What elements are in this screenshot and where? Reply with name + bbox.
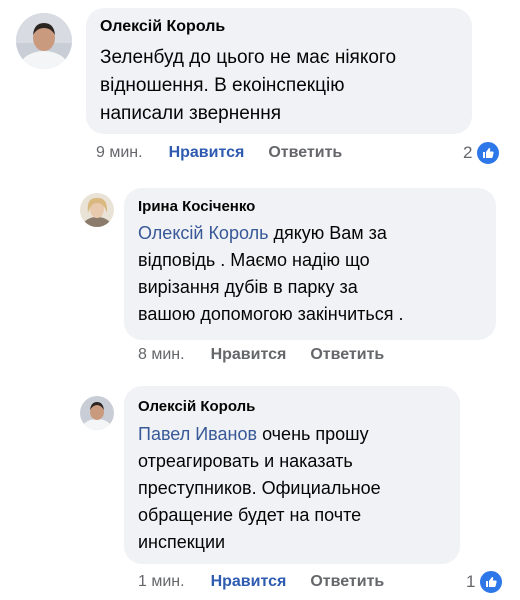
reply-button[interactable]: Ответить bbox=[268, 144, 342, 162]
comment-time[interactable]: 1 мин. bbox=[138, 573, 185, 591]
comment-text-line: написали звернення bbox=[100, 103, 282, 124]
comment-actions: 1 мин. Нравится Ответить bbox=[138, 573, 384, 591]
comment-bubble: Ірина Косіченко Олексій Король дякую Вам… bbox=[124, 188, 496, 340]
comment-text-line: відповідь . Маємо надію що bbox=[138, 250, 370, 270]
reaction-count: 1 bbox=[466, 572, 476, 591]
comment-text: Павел Иванов очень прошу отреагировать и… bbox=[138, 421, 381, 556]
comment-text-line: Зеленбуд до цього не має ніякого bbox=[100, 47, 397, 68]
comment-text-fragment: очень прошу bbox=[257, 424, 369, 444]
comment-bubble: Олексій Король Зеленбуд до цього не має … bbox=[86, 8, 472, 134]
comment-time[interactable]: 8 мин. bbox=[138, 346, 185, 364]
avatar[interactable] bbox=[80, 193, 114, 227]
reply-button[interactable]: Ответить bbox=[310, 573, 384, 591]
avatar[interactable] bbox=[16, 13, 72, 69]
comments-thread: Олексій Король Зеленбуд до цього не має … bbox=[0, 0, 520, 600]
avatar[interactable] bbox=[80, 396, 114, 430]
comment-author[interactable]: Олексій Король bbox=[100, 18, 225, 36]
comment-actions: 9 мин. Нравится Ответить bbox=[96, 144, 342, 162]
comment-text-line: преступников. Официальное bbox=[138, 478, 381, 498]
comment-text-line: отреагировать и наказать bbox=[138, 451, 353, 471]
comment: Ірина Косіченко Олексій Король дякую Вам… bbox=[0, 175, 520, 375]
mention-link[interactable]: Олексій Король bbox=[138, 223, 268, 243]
comment-text-line: Олексій Король дякую Вам за bbox=[138, 220, 404, 247]
comment-actions: 8 мин. Нравится Ответить bbox=[138, 346, 384, 364]
comment-author[interactable]: Олексій Король bbox=[138, 398, 255, 415]
comment-text-line: Павел Иванов очень прошу bbox=[138, 421, 381, 448]
like-button[interactable]: Нравится bbox=[169, 144, 245, 162]
comment: Олексій Король Павел Иванов очень прошу … bbox=[0, 380, 520, 600]
reaction-summary[interactable]: 1 bbox=[466, 569, 505, 595]
mention-link[interactable]: Павел Иванов bbox=[138, 424, 257, 444]
comment-time[interactable]: 9 мин. bbox=[96, 144, 143, 162]
thumbs-up-icon bbox=[478, 569, 505, 595]
comment-text: Олексій Король дякую Вам за відповідь . … bbox=[138, 220, 404, 328]
comment: Олексій Король Зеленбуд до цього не має … bbox=[0, 0, 520, 175]
reply-button[interactable]: Ответить bbox=[310, 346, 384, 364]
like-button[interactable]: Нравится bbox=[211, 573, 287, 591]
comment-text-fragment: дякую Вам за bbox=[268, 223, 387, 243]
reaction-summary[interactable]: 2 bbox=[463, 140, 502, 166]
comment-author[interactable]: Ірина Косіченко bbox=[138, 198, 255, 215]
comment-text-line: відношення. В екоінспекцію bbox=[100, 75, 345, 96]
comment-text: Зеленбуд до цього не має ніякого відноше… bbox=[100, 44, 396, 128]
comment-bubble: Олексій Король Павел Иванов очень прошу … bbox=[124, 386, 460, 564]
comment-text-line: обращение будет на почте bbox=[138, 505, 362, 525]
comment-text-line: вирізання дубів в парку за bbox=[138, 277, 358, 297]
like-button[interactable]: Нравится bbox=[211, 346, 287, 364]
comment-text-line: вашою допомогою закінчиться . bbox=[138, 304, 404, 324]
comment-text-line: инспекции bbox=[138, 532, 226, 552]
thumbs-up-icon bbox=[475, 140, 502, 166]
reaction-count: 2 bbox=[463, 143, 473, 162]
